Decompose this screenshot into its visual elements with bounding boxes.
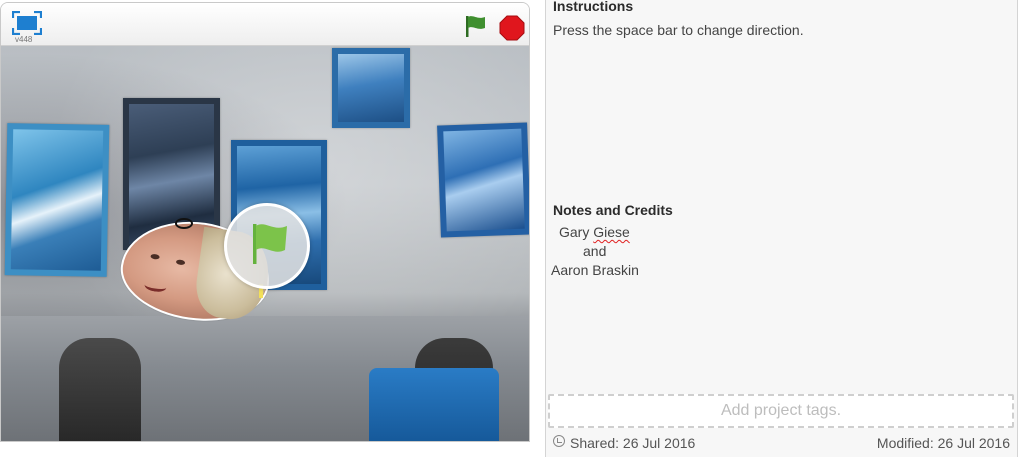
tags-input[interactable]: Add project tags.: [548, 394, 1014, 428]
notes-heading: Notes and Credits: [553, 202, 673, 218]
eye: [175, 259, 186, 266]
wall-poster: [4, 123, 110, 277]
mouth: [143, 279, 168, 294]
backpack: [59, 338, 141, 441]
instructions-heading: Instructions: [553, 0, 634, 14]
modified-date: Modified: 26 Jul 2016: [876, 435, 1010, 451]
credit-last-name: Giese: [593, 224, 630, 240]
stage[interactable]: [1, 46, 529, 441]
green-flag-icon[interactable]: [463, 13, 489, 39]
share-icon: [553, 435, 565, 447]
player-toolbar: v448: [1, 3, 529, 46]
scribble-mark: [175, 218, 193, 229]
credits-line-3[interactable]: Aaron Braskin: [551, 262, 639, 278]
fullscreen-icon[interactable]: [11, 10, 43, 36]
green-flag-icon: [253, 224, 287, 264]
instructions-text[interactable]: Press the space bar to change direction.: [553, 22, 804, 38]
eye: [150, 253, 160, 260]
project-info-panel: Instructions Press the space bar to chan…: [545, 0, 1018, 457]
start-flag-overlay[interactable]: [224, 203, 310, 289]
wall-poster: [332, 48, 410, 128]
project-player: v448: [0, 2, 530, 442]
stop-sign-icon[interactable]: [499, 15, 525, 41]
credits-line-2[interactable]: and: [583, 243, 606, 259]
blue-chair: [369, 368, 499, 441]
credit-first-name: Gary: [559, 224, 594, 240]
version-label: v448: [15, 35, 33, 44]
credits-line-1[interactable]: Gary Giese: [559, 224, 630, 240]
wall-poster: [437, 122, 529, 238]
shared-date: Shared: 26 Jul 2016: [570, 435, 696, 451]
